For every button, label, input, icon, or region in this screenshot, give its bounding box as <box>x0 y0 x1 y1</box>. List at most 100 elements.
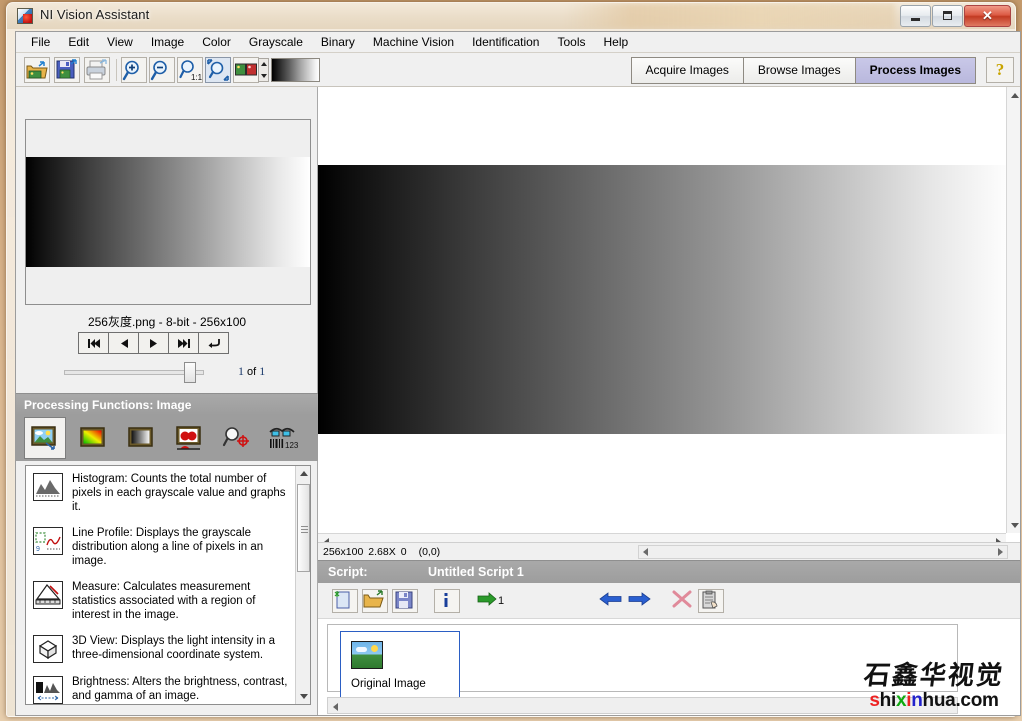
paste-step-button[interactable] <box>698 589 724 613</box>
close-button[interactable]: ✕ <box>964 5 1011 27</box>
app-icon <box>17 8 33 24</box>
function-tab-machine-vision[interactable] <box>216 417 258 459</box>
counter-total: 1 <box>259 364 266 378</box>
previous-image-button[interactable] <box>108 332 139 354</box>
function-list-scroll-content: Histogram: Counts the total number of pi… <box>26 466 295 704</box>
save-image-button[interactable] <box>54 57 80 83</box>
aero-blur-region <box>565 3 895 29</box>
spinner-up-icon[interactable] <box>261 62 267 66</box>
script-step-area[interactable]: Original Image <box>318 619 1020 715</box>
minimize-button[interactable] <box>900 5 931 27</box>
menu-binary[interactable]: Binary <box>312 33 364 51</box>
scroll-up-icon[interactable] <box>296 466 310 481</box>
line-profile-icon: 9 <box>33 527 63 555</box>
svg-text:123: 123 <box>285 441 299 450</box>
menu-help[interactable]: Help <box>595 33 638 51</box>
zoom-fit-button[interactable] <box>205 57 231 83</box>
viewer-status-bar: 256x100 2.68X 0 (0,0) <box>318 542 1020 560</box>
processing-functions-title: Processing Functions: Image <box>16 393 318 415</box>
status-scroll-right-icon[interactable] <box>998 548 1003 556</box>
viewer-vertical-scrollbar[interactable] <box>1006 87 1020 533</box>
menu-edit[interactable]: Edit <box>59 33 98 51</box>
image-viewer[interactable] <box>318 87 1020 549</box>
script-horizontal-scrollbar[interactable] <box>327 697 958 714</box>
print-button[interactable] <box>84 57 110 83</box>
counter-current: 1 <box>238 364 244 378</box>
list-item[interactable]: Measure: Calculates measurement statisti… <box>26 574 295 628</box>
delete-step-button[interactable] <box>670 589 696 613</box>
toolbar-separator-1 <box>116 59 117 81</box>
function-tab-color[interactable] <box>72 417 114 459</box>
viewer-canvas[interactable] <box>318 87 1006 533</box>
menu-tools[interactable]: Tools <box>548 33 594 51</box>
last-image-button[interactable] <box>168 332 199 354</box>
menu-image[interactable]: Image <box>142 33 193 51</box>
scrollbar-thumb[interactable] <box>297 484 310 572</box>
function-tab-identification[interactable]: 123 <box>264 417 306 459</box>
status-scroll-left-icon[interactable] <box>643 548 648 556</box>
sun-shape <box>371 645 378 652</box>
run-once-button[interactable]: 1 <box>476 589 510 613</box>
function-list-scrollbar[interactable] <box>295 466 310 704</box>
maximize-icon <box>943 11 952 20</box>
step-back-button[interactable] <box>598 589 626 613</box>
image-index-slider[interactable]: 1 of 1 <box>16 362 318 384</box>
processing-function-tabs: 123 <box>16 415 318 461</box>
tab-process-images[interactable]: Process Images <box>854 57 976 84</box>
menu-view[interactable]: View <box>98 33 142 51</box>
function-tab-binary[interactable] <box>168 417 210 459</box>
list-item[interactable]: 3D View: Displays the light intensity in… <box>26 628 295 669</box>
menu-color[interactable]: Color <box>193 33 240 51</box>
tab-browse-images[interactable]: Browse Images <box>742 57 855 84</box>
palette-preview[interactable] <box>271 58 320 82</box>
step-forward-button[interactable] <box>626 589 654 613</box>
cloud-shape <box>356 647 367 652</box>
viewer-scroll-up-icon[interactable] <box>1007 87 1020 103</box>
palette-spinner[interactable] <box>258 58 269 82</box>
scroll-down-icon[interactable] <box>296 689 310 704</box>
status-pixel-value: 0 <box>400 545 407 558</box>
list-item[interactable]: Brightness: Alters the brightness, contr… <box>26 669 295 704</box>
first-image-button[interactable] <box>78 332 109 354</box>
maximize-button[interactable] <box>932 5 963 27</box>
list-item-label: Histogram: Counts the total number of pi… <box>72 473 286 513</box>
image-pair-button[interactable] <box>233 57 259 83</box>
palette-widget[interactable] <box>258 58 320 82</box>
zoom-out-button[interactable] <box>149 57 175 83</box>
menu-file[interactable]: File <box>22 33 59 51</box>
help-button[interactable]: ? <box>986 57 1014 83</box>
script-info-button[interactable] <box>434 589 460 613</box>
new-script-button[interactable] <box>332 589 358 613</box>
image-file-info: 256灰度.png - 8-bit - 256x100 <box>87 315 247 329</box>
slider-track[interactable] <box>64 370 204 375</box>
slider-thumb[interactable] <box>184 362 196 383</box>
save-script-button[interactable] <box>392 589 418 613</box>
tab-acquire-images[interactable]: Acquire Images <box>630 57 743 84</box>
mode-tab-group: Acquire Images Browse Images Process Ima… <box>630 57 976 84</box>
left-panel: 256灰度.png - 8-bit - 256x100 1 of 1 Proce… <box>16 87 318 715</box>
status-scroll-area[interactable] <box>638 545 1008 559</box>
function-tab-grayscale[interactable] <box>120 417 162 459</box>
menu-identification[interactable]: Identification <box>463 33 548 51</box>
processing-function-list[interactable]: Histogram: Counts the total number of pi… <box>25 465 311 705</box>
next-image-button[interactable] <box>138 332 169 354</box>
function-tab-image[interactable] <box>24 417 66 459</box>
displayed-grayscale-gradient-image[interactable] <box>318 165 1006 434</box>
menu-grayscale[interactable]: Grayscale <box>240 33 312 51</box>
script-canvas[interactable]: Original Image <box>327 624 958 714</box>
reload-image-button[interactable] <box>198 332 229 354</box>
zoom-in-button[interactable] <box>121 57 147 83</box>
list-item-label: 3D View: Displays the light intensity in… <box>72 635 276 661</box>
zoom-one-to-one-button[interactable]: 1:1 <box>177 57 203 83</box>
open-image-button[interactable] <box>24 57 50 83</box>
scrollbar-grip <box>301 526 308 527</box>
list-item[interactable]: 9 Line Profile: Displays the grayscale d… <box>26 520 295 574</box>
menu-machine-vision[interactable]: Machine Vision <box>364 33 463 51</box>
measure-icon <box>33 581 63 609</box>
viewer-scroll-down-icon[interactable] <box>1007 517 1020 533</box>
spinner-down-icon[interactable] <box>261 74 267 78</box>
list-item[interactable]: Histogram: Counts the total number of pi… <box>26 466 295 520</box>
image-thumbnail-panel[interactable] <box>25 119 311 305</box>
open-script-button[interactable] <box>362 589 388 613</box>
script-scroll-left-icon[interactable] <box>333 703 338 711</box>
